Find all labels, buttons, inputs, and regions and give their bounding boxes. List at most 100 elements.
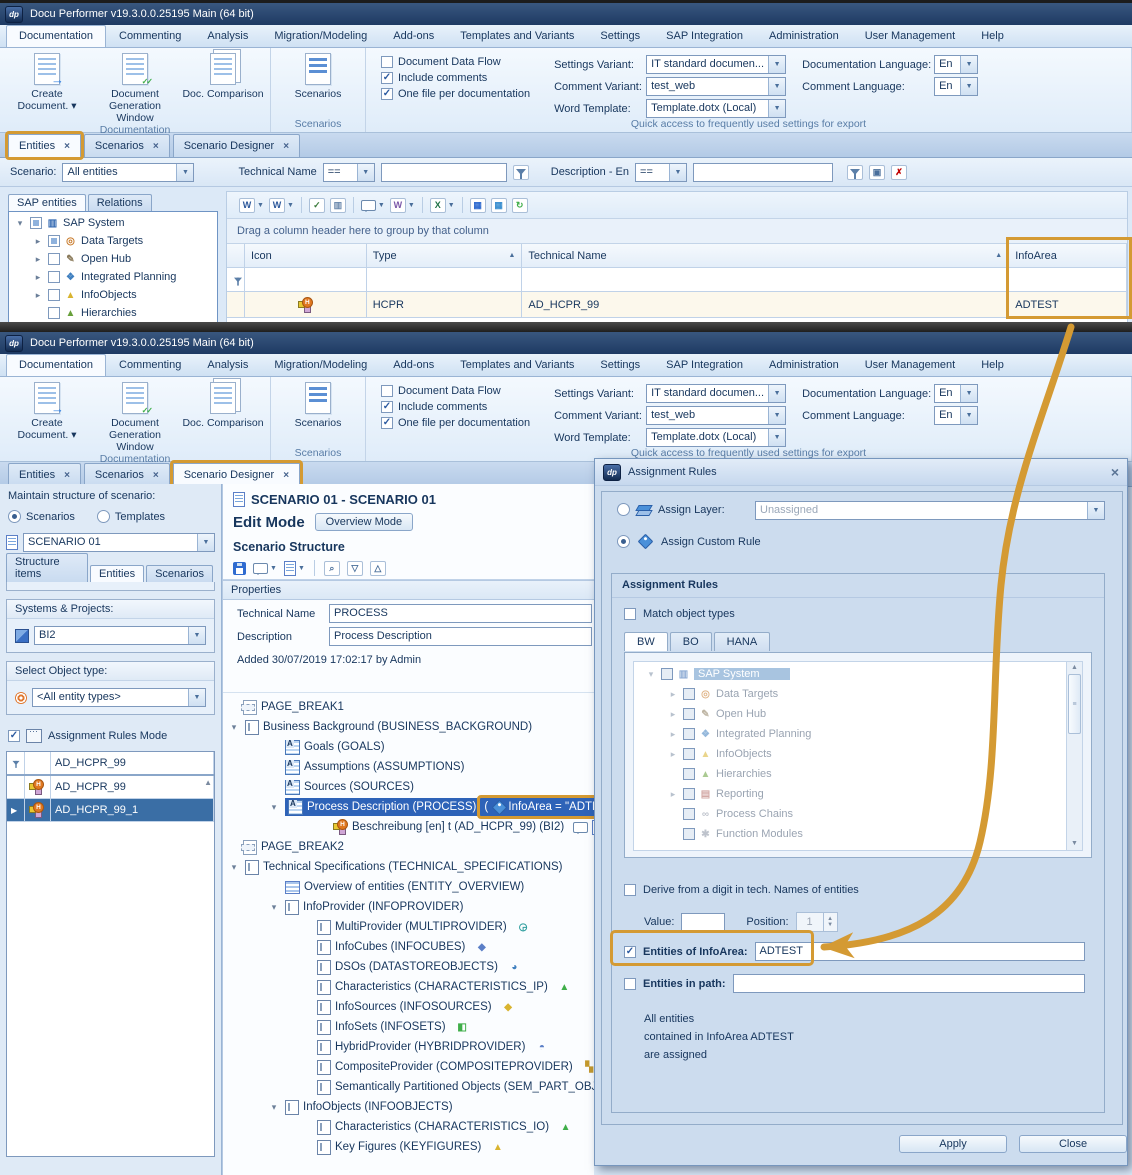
caret-icon[interactable]: ▸ (666, 729, 680, 740)
chevron-down-icon[interactable]: ▼ (257, 202, 264, 209)
word-button[interactable]: W▼ (267, 194, 296, 216)
position-stepper[interactable]: 1 ▲▼ (796, 912, 838, 932)
menu-sap-integration[interactable]: SAP Integration (653, 25, 756, 47)
close-icon[interactable]: × (283, 470, 289, 481)
description-input[interactable]: Process Description (329, 627, 592, 646)
chevron-down-icon[interactable]: ▼ (287, 202, 294, 209)
settings-variant-combo[interactable]: IT standard documen...▼ (646, 55, 786, 74)
assign-custom-rule-option[interactable]: Assign Custom Rule (617, 535, 761, 548)
object-type-integrated-planning[interactable]: ▸❖Integrated Planning (634, 724, 1066, 744)
chevron-down-icon[interactable]: ▼ (188, 627, 205, 644)
ribbon-button-create-document[interactable]: CreateDocument. ▾ (3, 50, 91, 112)
structure-item-semantically-partitioned-objects-sem-par[interactable]: Semantically Partitioned Objects (SEM_PA… (223, 1077, 594, 1097)
radio-templates[interactable]: Templates (97, 510, 165, 523)
word-translate-button[interactable]: W▼ (388, 194, 417, 216)
object-type-reporting[interactable]: ▸▤Reporting (634, 784, 1066, 804)
menu-user-management[interactable]: User Management (852, 25, 969, 47)
menu-settings[interactable]: Settings (587, 25, 653, 47)
tab-scenario-designer[interactable]: Scenario Designer× (173, 134, 300, 157)
filter-check-button[interactable]: ✓ (307, 194, 327, 216)
filter-row-indicator[interactable] (227, 268, 245, 292)
ribbon-toggle-document-data-flow[interactable]: Document Data Flow (381, 56, 530, 68)
word-template-combo[interactable]: Template.dotx (Local)▼ (646, 99, 786, 118)
path-toggle[interactable]: Entities in path: (624, 974, 1085, 993)
scroll-up-icon[interactable]: ▲ (204, 778, 212, 787)
object-type-process-chains[interactable]: ∞Process Chains (634, 804, 1066, 824)
close-icon[interactable]: × (64, 470, 70, 481)
tab-relations[interactable]: Relations (88, 194, 152, 211)
caret-icon[interactable]: ▾ (227, 722, 241, 733)
structure-item-infoprovider-infoprovider-[interactable]: ▾InfoProvider (INFOPROVIDER) (223, 897, 594, 917)
chevron-down-icon[interactable]: ▼ (669, 164, 686, 181)
word-template-combo[interactable]: Template.dotx (Local)▼ (646, 428, 786, 447)
derive-digit-toggle[interactable]: Derive from a digit in tech. Names of en… (624, 884, 859, 896)
layout-button[interactable]: ▥ (328, 194, 348, 216)
filter-cell[interactable] (1009, 268, 1127, 292)
menu-commenting[interactable]: Commenting (106, 354, 194, 376)
caret-icon[interactable]: ▸ (31, 290, 45, 301)
path-input[interactable] (733, 974, 1085, 993)
ribbon-button-doc-comparison[interactable]: Doc. Comparison (179, 50, 267, 100)
filter-down-button[interactable]: ▽ (345, 557, 365, 579)
menu-migration-modeling[interactable]: Migration/Modeling (261, 354, 380, 376)
filter-cell[interactable] (522, 268, 1009, 292)
scroll-down-icon[interactable]: ▼ (1071, 840, 1078, 848)
name-filter-input[interactable] (381, 163, 507, 182)
title-bar[interactable]: dp Docu Performer v19.3.0.0.25195 Main (… (0, 3, 1132, 25)
menu-documentation[interactable]: Documentation (6, 25, 106, 47)
caret-icon[interactable]: ▸ (666, 789, 680, 800)
chevron-down-icon[interactable]: ▼ (298, 565, 305, 572)
structure-item-characteristics-characteristics-io-[interactable]: Characteristics (CHARACTERISTICS_IO)▲ (223, 1117, 594, 1137)
comment-language-combo[interactable]: En▼ (934, 406, 978, 425)
column-header-icon[interactable]: Icon (245, 244, 367, 268)
settings-variant-combo[interactable]: IT standard documen...▼ (646, 384, 786, 403)
structure-item-beschreibung-en-t-ad-hcpr-99-bi2-[interactable]: Beschreibung [en] t (AD_HCPR_99) (BI2) (223, 817, 594, 837)
chevron-down-icon[interactable]: ▼ (357, 164, 374, 181)
caret-icon[interactable]: ▾ (267, 802, 281, 813)
close-icon[interactable]: × (153, 470, 159, 481)
menu-analysis[interactable]: Analysis (194, 354, 261, 376)
caret-icon[interactable]: ▸ (31, 272, 45, 283)
tab-scenarios[interactable]: Scenarios (146, 565, 213, 582)
name-filter-button[interactable] (513, 165, 529, 180)
filter-cell[interactable] (367, 268, 523, 292)
structure-item-compositeprovider-compositeprovider-[interactable]: CompositeProvider (COMPOSITEPROVIDER)▚ (223, 1057, 594, 1077)
menu-migration-modeling[interactable]: Migration/Modeling (261, 25, 380, 47)
dialog-title-bar[interactable]: dp Assignment Rules × (595, 459, 1127, 486)
comment-variant-combo[interactable]: test_web▼ (646, 77, 786, 96)
list-item-ad_hcpr_99_1[interactable]: ▶AD_HCPR_99_1 (7, 799, 214, 822)
chevron-down-icon[interactable]: ▼ (768, 56, 785, 73)
structure-item-infosets-infosets-[interactable]: InfoSets (INFOSETS)◧ (223, 1017, 594, 1037)
tab-entities[interactable]: Entities× (8, 463, 81, 486)
chevron-down-icon[interactable]: ▼ (960, 56, 977, 73)
tab-scenario-designer[interactable]: Scenario Designer× (173, 463, 300, 486)
caret-icon[interactable]: ▾ (267, 1102, 281, 1113)
tab-entities[interactable]: Entities× (8, 134, 81, 157)
menu-administration[interactable]: Administration (756, 354, 852, 376)
scroll-up-icon[interactable]: ▲ (1071, 664, 1078, 672)
chevron-down-icon[interactable]: ▼ (176, 164, 193, 181)
chevron-down-icon[interactable]: ▼ (768, 429, 785, 446)
structure-item-goals-goals-[interactable]: Goals (GOALS) (223, 737, 594, 757)
filter-up-button[interactable]: △ (368, 557, 388, 579)
technical-name-input[interactable]: PROCESS (329, 604, 592, 623)
tree-item-open-hub[interactable]: ▸✎Open Hub (9, 250, 217, 268)
caret-icon[interactable]: ▸ (31, 254, 45, 265)
ribbon-toggle-one-file-per-documentation[interactable]: ✓One file per documentation (381, 417, 530, 429)
chevron-down-icon[interactable]: ▼ (197, 534, 214, 551)
chevron-down-icon[interactable]: ▼ (408, 202, 415, 209)
structure-item-overview-of-entities-entity-overview-[interactable]: Overview of entities (ENTITY_OVERVIEW) (223, 877, 594, 897)
chevron-down-icon[interactable]: ▼ (1087, 502, 1104, 519)
menu-documentation[interactable]: Documentation (6, 354, 106, 376)
menu-templates-and-variants[interactable]: Templates and Variants (447, 354, 587, 376)
tree-item-sap-system[interactable]: ▾▥SAP System (9, 214, 217, 232)
documentation-language-combo[interactable]: En▼ (934, 384, 978, 403)
object-type-open-hub[interactable]: ▸✎Open Hub (634, 704, 1066, 724)
overview-mode-button[interactable]: Overview Mode (315, 513, 413, 531)
menu-add-ons[interactable]: Add-ons (380, 25, 447, 47)
caret-icon[interactable]: ▸ (666, 709, 680, 720)
match-object-types-toggle[interactable]: Match object types (624, 608, 735, 620)
structure-item-key-figures-keyfigures-[interactable]: Key Figures (KEYFIGURES)▲ (223, 1137, 594, 1157)
structure-item-business-background-business-background-[interactable]: ▾Business Background (BUSINESS_BACKGROUN… (223, 717, 594, 737)
caret-icon[interactable]: ▸ (666, 689, 680, 700)
